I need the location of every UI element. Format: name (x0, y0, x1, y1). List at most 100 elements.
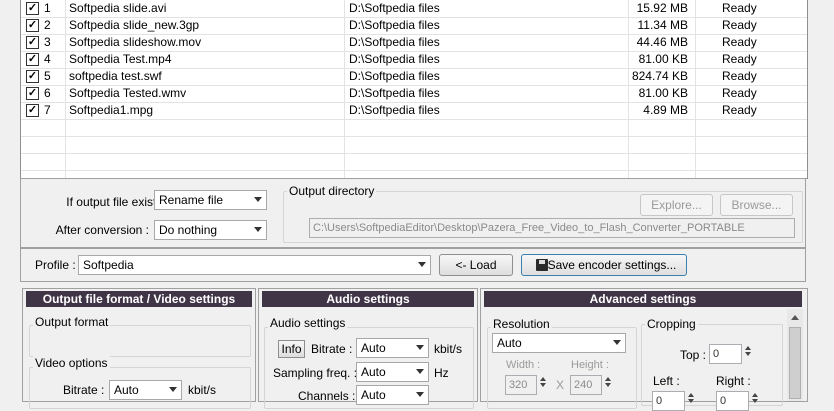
file-row[interactable]: ✓ 4 Softpedia Test.mp4 D:\Softpedia files 81… (21, 51, 807, 69)
save-encoder-settings-button[interactable]: Save encoder settings... (521, 254, 687, 276)
crop-right-label: Right : (716, 374, 751, 388)
height-input[interactable]: 240 (570, 375, 602, 395)
file-row[interactable]: ✓ 2 Softpedia slide_new.3gp D:\Softpedia fi… (21, 17, 807, 35)
checkbox-checked-icon[interactable]: ✓ (26, 104, 39, 117)
output-format-label: Output format (33, 315, 111, 329)
file-size: 824.74 KB (631, 69, 688, 83)
file-number: 6 (44, 86, 51, 100)
file-name: Softpedia slideshow.mov (69, 35, 202, 49)
file-name: Softpedia slide_new.3gp (69, 18, 200, 32)
file-status: Ready (722, 35, 757, 49)
crop-left-input[interactable]: 0 (652, 391, 685, 411)
scroll-up-icon[interactable] (791, 315, 799, 320)
sampling-freq-value: Auto (361, 365, 386, 379)
checkbox-checked-icon[interactable]: ✓ (26, 53, 39, 66)
after-conversion-value: Do nothing (159, 223, 218, 237)
file-number: 1 (44, 1, 51, 15)
file-directory: D:\Softpedia files (349, 103, 440, 117)
width-input[interactable]: 320 (505, 375, 537, 395)
crop-right-input[interactable]: 0 (716, 391, 749, 411)
if-exists-select[interactable]: Rename file (154, 190, 267, 210)
sampling-freq-select[interactable]: Auto (356, 362, 429, 382)
chevron-down-icon (169, 387, 177, 392)
crop-left-spinner[interactable] (686, 391, 696, 411)
file-row[interactable]: ✓ 3 Softpedia slideshow.mov D:\Softpedia fi… (21, 34, 807, 52)
file-status: Ready (722, 69, 757, 83)
file-status: Ready (722, 18, 757, 32)
output-directory-label: Output directory (287, 184, 377, 198)
file-directory: D:\Softpedia files (349, 86, 440, 100)
video-settings-panel: Output file format / Video settings Outp… (22, 288, 256, 409)
audio-settings-group-label: Audio settings (268, 316, 348, 330)
resolution-value: Auto (497, 336, 522, 350)
file-number: 7 (44, 103, 51, 117)
file-number: 2 (44, 18, 51, 32)
advanced-scrollbar[interactable] (787, 309, 803, 401)
crop-right-spinner[interactable] (750, 391, 760, 411)
chevron-down-icon (416, 345, 424, 350)
empty-row (21, 119, 807, 137)
audio-bitrate-select[interactable]: Auto (356, 338, 429, 358)
channels-select[interactable]: Auto (356, 385, 429, 405)
profile-bar: Profile : Softpedia <- Load Save encoder… (20, 248, 806, 282)
file-size: 4.89 MB (643, 103, 688, 117)
file-name: Softpedia1.mpg (69, 103, 154, 117)
sampling-freq-label: Sampling freq. : (273, 366, 358, 380)
height-label: Height : (571, 359, 609, 371)
file-directory: D:\Softpedia files (349, 1, 440, 15)
video-settings-header: Output file format / Video settings (26, 291, 252, 307)
file-size: 81.00 KB (638, 86, 688, 100)
browse-button[interactable]: Browse... (720, 194, 793, 216)
audio-info-button[interactable]: Info (278, 340, 305, 358)
list-scrollbar[interactable] (808, 0, 834, 178)
crop-top-input[interactable]: 0 (709, 344, 742, 364)
file-list[interactable]: ✓ 1 Softpedia slide.avi D:\Softpedia files 1… (20, 0, 808, 179)
empty-row (21, 136, 807, 154)
file-number: 5 (44, 69, 51, 83)
file-directory: D:\Softpedia files (349, 18, 440, 32)
file-name: Softpedia Test.mp4 (69, 52, 172, 66)
sampling-freq-unit: Hz (434, 366, 449, 380)
file-row[interactable]: ✓ 6 Softpedia Tested.wmv D:\Softpedia files… (21, 85, 807, 103)
file-name: softpedia test.swf (69, 69, 162, 83)
resolution-select[interactable]: Auto (492, 333, 626, 353)
file-directory: D:\Softpedia files (349, 35, 440, 49)
cropping-label: Cropping (645, 317, 698, 331)
video-options-label: Video options (33, 356, 110, 370)
checkbox-checked-icon[interactable]: ✓ (26, 19, 39, 32)
output-directory-input[interactable]: C:\Users\SoftpediaEditor\Desktop\Pazera_… (309, 218, 795, 238)
chevron-down-icon (254, 227, 262, 232)
file-number: 4 (44, 52, 51, 66)
chevron-down-icon (416, 369, 424, 374)
checkbox-checked-icon[interactable]: ✓ (26, 87, 39, 100)
file-status: Ready (722, 86, 757, 100)
chevron-down-icon (613, 340, 621, 345)
width-spinner[interactable] (538, 375, 548, 395)
explore-button[interactable]: Explore... (640, 194, 713, 216)
profile-value: Softpedia (83, 258, 134, 272)
video-bitrate-value: Auto (114, 383, 139, 397)
checkbox-checked-icon[interactable]: ✓ (26, 36, 39, 49)
crop-top-label: Top : (680, 348, 707, 362)
channels-value: Auto (361, 388, 386, 402)
file-row[interactable]: ✓ 7 Softpedia1.mpg D:\Softpedia files 4.89 M… (21, 102, 807, 120)
crop-top-spinner[interactable] (743, 344, 753, 364)
output-options-panel: If output file exists : Rename file Afte… (20, 178, 806, 248)
file-status: Ready (722, 103, 757, 117)
checkbox-checked-icon[interactable]: ✓ (26, 70, 39, 83)
load-profile-button[interactable]: <- Load (439, 254, 513, 276)
checkbox-checked-icon[interactable]: ✓ (26, 2, 39, 15)
video-bitrate-select[interactable]: Auto (109, 380, 182, 400)
video-bitrate-label: Bitrate : (63, 383, 105, 397)
profile-select[interactable]: Softpedia (78, 255, 431, 275)
file-name: Softpedia Tested.wmv (69, 86, 187, 100)
chevron-down-icon (254, 197, 262, 202)
file-row[interactable]: ✓ 5 softpedia test.swf D:\Softpedia files 82… (21, 68, 807, 86)
after-conversion-select[interactable]: Do nothing (154, 220, 267, 240)
scrollbar-thumb[interactable] (789, 327, 801, 399)
file-row[interactable]: ✓ 1 Softpedia slide.avi D:\Softpedia files 1… (21, 0, 807, 18)
height-spinner[interactable] (603, 375, 613, 395)
file-status: Ready (722, 1, 757, 15)
after-conversion-label: After conversion : (55, 223, 149, 237)
profile-label: Profile : (35, 258, 76, 272)
